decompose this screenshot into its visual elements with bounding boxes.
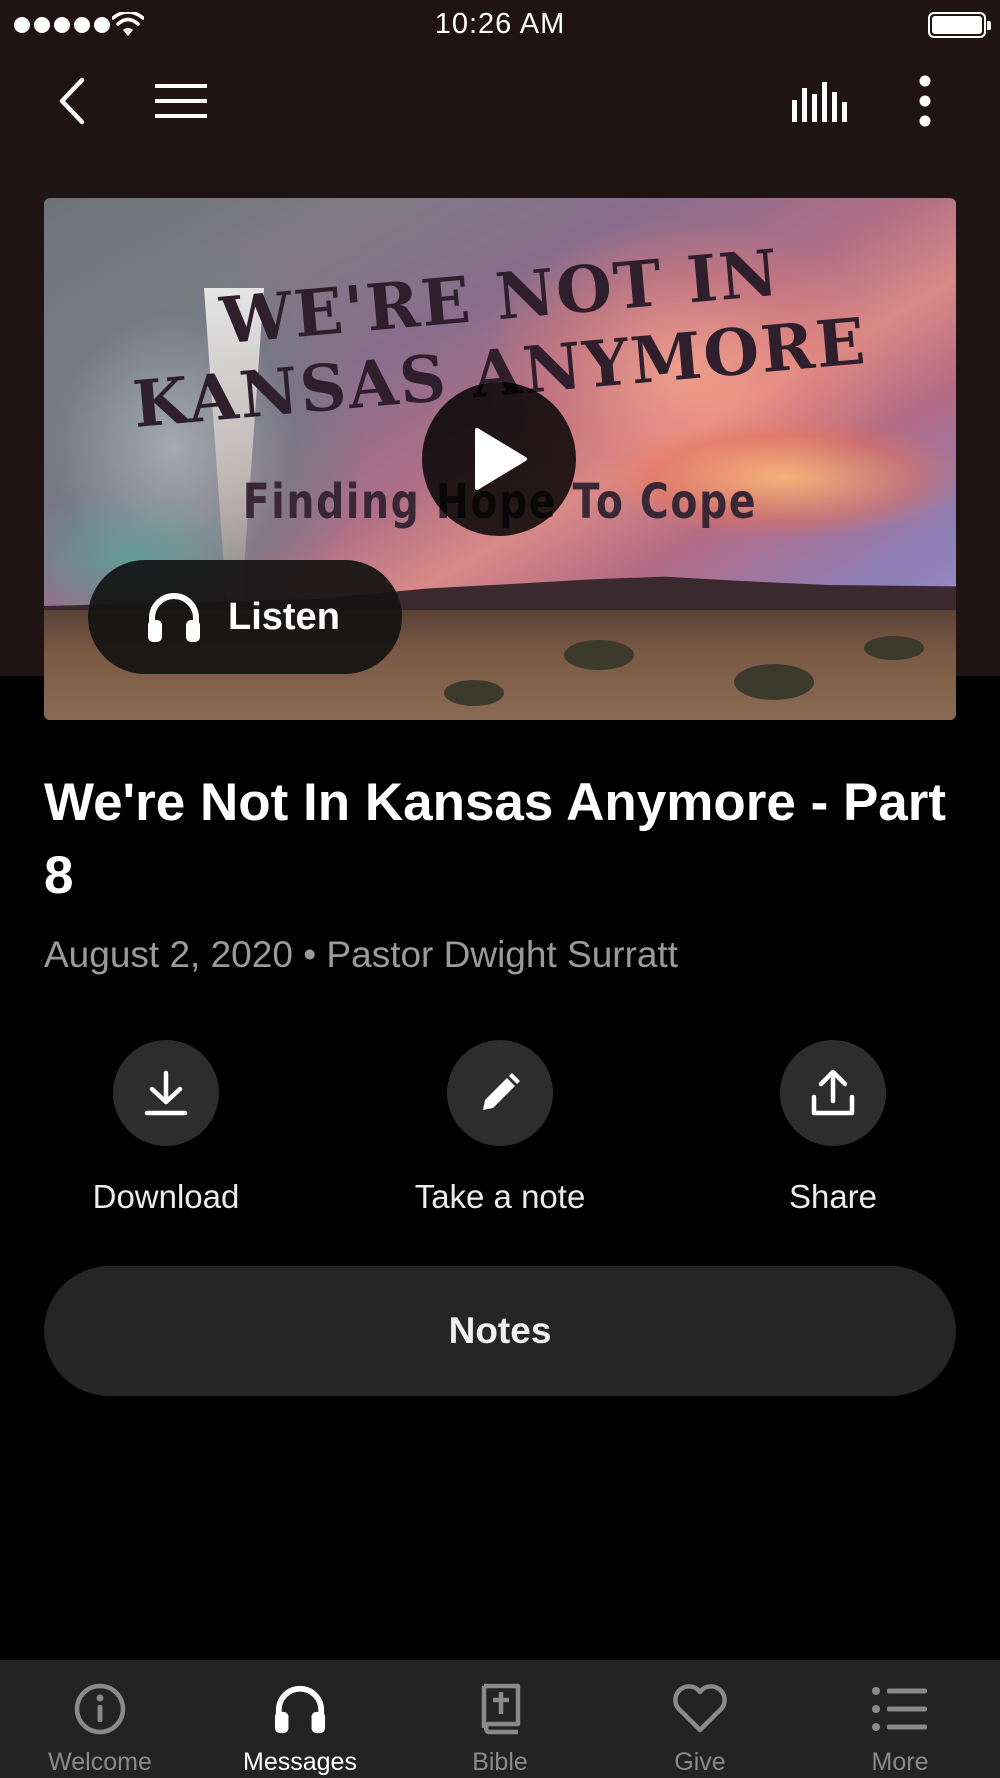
notes-button[interactable]: Notes <box>44 1266 956 1396</box>
tab-give-label: Give <box>674 1748 726 1776</box>
tab-more[interactable]: More <box>800 1660 1000 1778</box>
audio-player-button[interactable] <box>784 66 854 136</box>
listen-label: Listen <box>228 595 340 638</box>
tab-bible-label: Bible <box>472 1748 528 1776</box>
download-icon <box>144 1070 188 1116</box>
play-icon <box>475 428 527 490</box>
download-label: Download <box>92 1178 240 1215</box>
heart-icon <box>673 1684 727 1733</box>
message-date-speaker: August 2, 2020 • Pastor Dwight Surratt <box>44 934 679 975</box>
share-label: Share <box>788 1178 878 1215</box>
share-icon <box>811 1069 855 1116</box>
tab-welcome[interactable]: Welcome <box>0 1660 200 1778</box>
back-button[interactable] <box>38 66 108 136</box>
share-action[interactable]: Share <box>713 1040 953 1216</box>
play-button[interactable] <box>422 382 576 536</box>
message-title: We're Not In Kansas Anymore - Part 8 <box>44 773 947 905</box>
tab-bar: Welcome Messages Bible Give More <box>0 1660 1000 1778</box>
chevron-left-icon <box>59 77 85 125</box>
battery-icon <box>928 12 991 38</box>
status-time: 10:26 AM <box>434 8 566 40</box>
artwork-shrub <box>734 664 814 700</box>
more-options-button[interactable] <box>890 66 960 136</box>
listen-button[interactable]: Listen <box>88 560 402 674</box>
take-note-action[interactable]: Take a note <box>380 1040 620 1216</box>
status-bar: 10:26 AM <box>0 0 1000 50</box>
bible-icon <box>481 1683 521 1735</box>
pencil-icon <box>483 1073 520 1110</box>
headphones-icon <box>148 593 200 642</box>
headphones-icon <box>274 1685 326 1734</box>
tab-messages[interactable]: Messages <box>200 1660 400 1778</box>
tab-give[interactable]: Give <box>600 1660 800 1778</box>
more-vertical-icon <box>919 75 931 127</box>
tab-bible[interactable]: Bible <box>400 1660 600 1778</box>
info-icon <box>74 1683 126 1735</box>
artwork-shrub <box>444 680 504 706</box>
list-icon <box>872 1687 927 1731</box>
take-note-label: Take a note <box>414 1178 586 1215</box>
sermon-artwork[interactable]: WE'RE NOT IN KANSAS ANYMORE Finding Hope… <box>44 198 956 720</box>
tab-messages-label: Messages <box>243 1748 357 1776</box>
download-button[interactable] <box>113 1040 219 1146</box>
take-note-button[interactable] <box>447 1040 553 1146</box>
artwork-shrub <box>564 640 634 670</box>
tab-welcome-label: Welcome <box>48 1748 152 1776</box>
hamburger-icon <box>155 84 207 118</box>
artwork-shrub <box>864 636 924 660</box>
share-button[interactable] <box>780 1040 886 1146</box>
tab-more-label: More <box>871 1748 929 1776</box>
menu-button[interactable] <box>146 66 216 136</box>
download-action[interactable]: Download <box>46 1040 286 1216</box>
audio-bars-icon <box>792 82 847 122</box>
